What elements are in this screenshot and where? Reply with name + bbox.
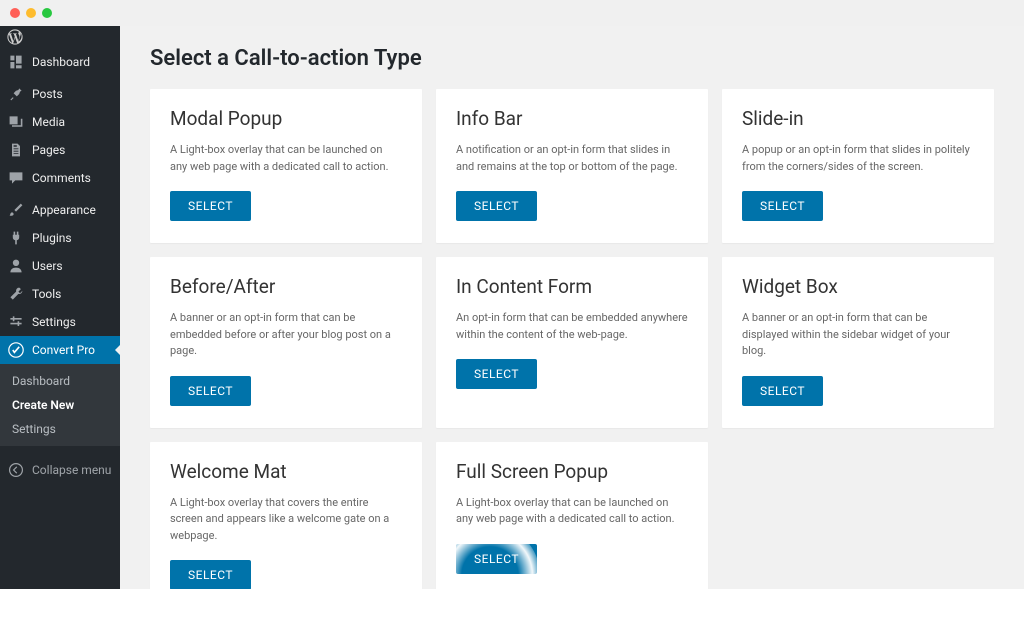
- select-button[interactable]: SELECT: [170, 376, 251, 406]
- cta-card-in-content-form: In Content Form An opt-in form that can …: [436, 257, 708, 428]
- select-button[interactable]: SELECT: [742, 376, 823, 406]
- sidebar-label: Dashboard: [32, 55, 90, 69]
- sidebar-label: Comments: [32, 171, 91, 185]
- cta-type-grid: Modal Popup A Light-box overlay that can…: [150, 89, 994, 589]
- page-title: Select a Call-to-action Type: [150, 46, 994, 71]
- submenu-item-settings[interactable]: Settings: [0, 417, 120, 441]
- collapse-menu-button[interactable]: Collapse menu: [0, 454, 120, 486]
- sidebar-item-comments[interactable]: Comments: [0, 164, 120, 192]
- sidebar-item-tools[interactable]: Tools: [0, 280, 120, 308]
- cta-card-modal-popup: Modal Popup A Light-box overlay that can…: [150, 89, 422, 243]
- sidebar-label: Appearance: [32, 203, 96, 217]
- submenu-item-create-new[interactable]: Create New: [0, 393, 120, 417]
- select-button[interactable]: SELECT: [456, 359, 537, 389]
- sidebar-label: Posts: [32, 87, 63, 101]
- sidebar-label: Media: [32, 115, 65, 129]
- sidebar-item-plugins[interactable]: Plugins: [0, 224, 120, 252]
- select-button[interactable]: SELECT: [456, 544, 537, 574]
- minimize-window-icon[interactable]: [26, 8, 36, 18]
- cta-card-before-after: Before/After A banner or an opt-in form …: [150, 257, 422, 428]
- sidebar-item-convert-pro[interactable]: Convert Pro: [0, 336, 120, 364]
- plug-icon: [8, 230, 24, 246]
- sidebar-item-posts[interactable]: Posts: [0, 80, 120, 108]
- card-description: A banner or an opt-in form that can be e…: [170, 310, 402, 360]
- wrench-icon: [8, 286, 24, 302]
- collapse-label: Collapse menu: [32, 463, 111, 477]
- card-description: A banner or an opt-in form that can be d…: [742, 310, 974, 360]
- wp-logo-icon[interactable]: [0, 26, 30, 48]
- submenu-convert-pro: Dashboard Create New Settings: [0, 364, 120, 446]
- sidebar-item-settings[interactable]: Settings: [0, 308, 120, 336]
- sidebar-item-appearance[interactable]: Appearance: [0, 196, 120, 224]
- sidebar-label: Users: [32, 259, 63, 273]
- sidebar-label: Pages: [32, 143, 65, 157]
- cta-card-widget-box: Widget Box A banner or an opt-in form th…: [722, 257, 994, 428]
- close-window-icon[interactable]: [10, 8, 20, 18]
- card-title: Widget Box: [742, 275, 974, 298]
- card-title: In Content Form: [456, 275, 688, 298]
- cta-card-slide-in: Slide-in A popup or an opt-in form that …: [722, 89, 994, 243]
- pin-icon: [8, 86, 24, 102]
- pages-icon: [8, 142, 24, 158]
- cta-card-welcome-mat: Welcome Mat A Light-box overlay that cov…: [150, 442, 422, 590]
- cta-card-info-bar: Info Bar A notification or an opt-in for…: [436, 89, 708, 243]
- card-description: A Light-box overlay that covers the enti…: [170, 495, 402, 545]
- card-description: A Light-box overlay that can be launched…: [456, 495, 688, 528]
- select-button[interactable]: SELECT: [170, 191, 251, 221]
- card-title: Modal Popup: [170, 107, 402, 130]
- brush-icon: [8, 202, 24, 218]
- cta-card-full-screen-popup: Full Screen Popup A Light-box overlay th…: [436, 442, 708, 590]
- sidebar-item-pages[interactable]: Pages: [0, 136, 120, 164]
- sidebar-item-users[interactable]: Users: [0, 252, 120, 280]
- user-icon: [8, 258, 24, 274]
- comment-icon: [8, 170, 24, 186]
- sidebar-label: Tools: [32, 287, 61, 301]
- select-button[interactable]: SELECT: [170, 560, 251, 589]
- select-button[interactable]: SELECT: [456, 191, 537, 221]
- select-button[interactable]: SELECT: [742, 191, 823, 221]
- card-title: Before/After: [170, 275, 402, 298]
- media-icon: [8, 114, 24, 130]
- card-title: Welcome Mat: [170, 460, 402, 483]
- card-description: An opt-in form that can be embedded anyw…: [456, 310, 688, 343]
- sidebar-item-dashboard[interactable]: Dashboard: [0, 48, 120, 76]
- main-content: Select a Call-to-action Type Modal Popup…: [120, 26, 1024, 589]
- sidebar-label: Settings: [32, 315, 76, 329]
- card-description: A popup or an opt-in form that slides in…: [742, 142, 974, 175]
- sidebar-item-media[interactable]: Media: [0, 108, 120, 136]
- collapse-icon: [8, 462, 24, 478]
- sidebar-label: Convert Pro: [32, 343, 95, 357]
- sidebar-label: Plugins: [32, 231, 72, 245]
- dashboard-icon: [8, 54, 24, 70]
- submenu-item-dashboard[interactable]: Dashboard: [0, 369, 120, 393]
- maximize-window-icon[interactable]: [42, 8, 52, 18]
- window-title-bar: [0, 0, 1024, 26]
- card-title: Full Screen Popup: [456, 460, 688, 483]
- card-title: Info Bar: [456, 107, 688, 130]
- card-description: A Light-box overlay that can be launched…: [170, 142, 402, 175]
- card-title: Slide-in: [742, 107, 974, 130]
- sliders-icon: [8, 314, 24, 330]
- admin-sidebar: Dashboard Posts Media Pages Comments App…: [0, 26, 120, 589]
- convertpro-icon: [8, 342, 24, 358]
- card-description: A notification or an opt-in form that sl…: [456, 142, 688, 175]
